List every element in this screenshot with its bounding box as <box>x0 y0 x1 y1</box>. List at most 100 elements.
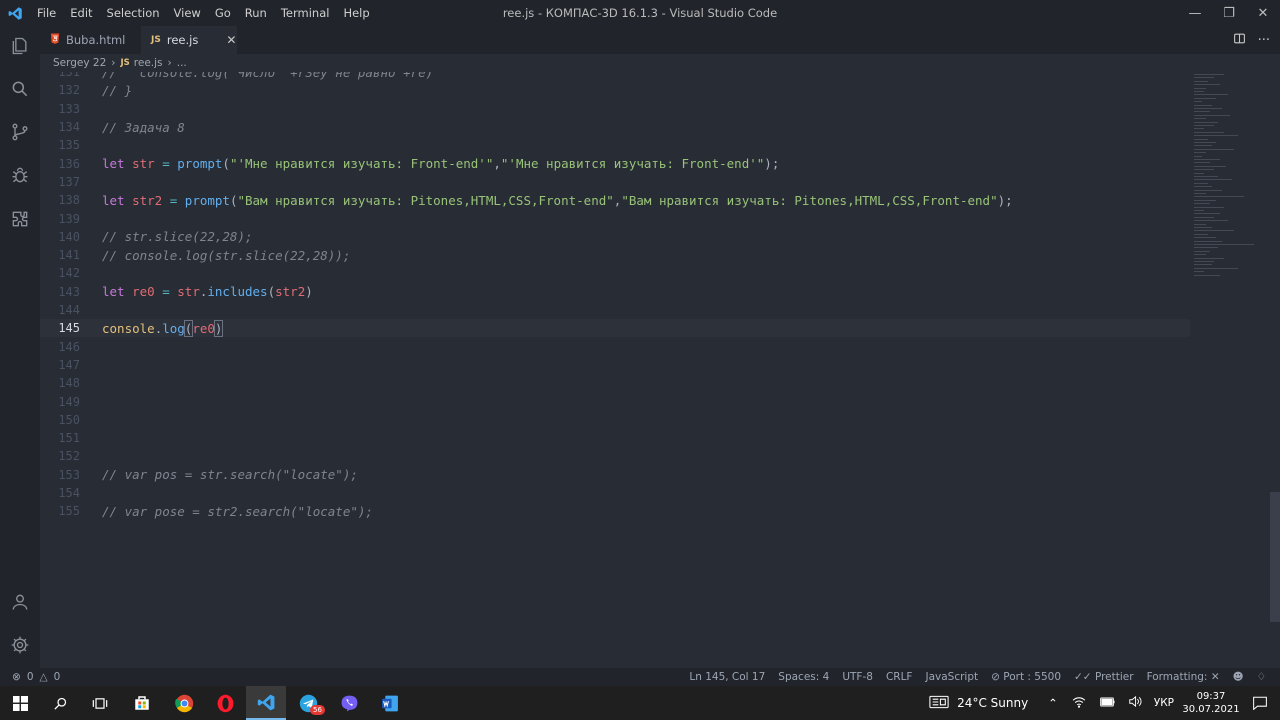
more-actions-icon[interactable]: ··· <box>1258 33 1270 48</box>
code-line[interactable]: 140 // str.slice(22,28); <box>40 228 1190 246</box>
chevron-up-icon[interactable]: ⌃ <box>1048 696 1058 710</box>
code-line[interactable]: 131 // console.log("Число "+rSey не равно… <box>40 72 1190 81</box>
menu-item-edit[interactable]: Edit <box>63 6 99 20</box>
debug-icon[interactable] <box>8 163 32 187</box>
word-icon[interactable] <box>370 686 410 720</box>
notifications-bell-icon[interactable]: ♢ <box>1257 671 1266 683</box>
menu-item-run[interactable]: Run <box>238 6 274 20</box>
code-line[interactable]: 155 // var pose = str2.search("locate"); <box>40 502 1190 520</box>
task-view-icon[interactable] <box>80 686 120 720</box>
tab-buba-html[interactable]: Buba.html <box>40 26 141 54</box>
opera-icon[interactable] <box>205 686 245 720</box>
code-token: = <box>154 156 178 172</box>
weather-icon[interactable] <box>929 695 949 712</box>
chevron-right-icon: › <box>111 57 116 69</box>
breadcrumb-folder[interactable]: Sergey 22 <box>53 57 106 69</box>
code-line[interactable]: 136 let str = prompt("'Мне нравится изуча… <box>40 155 1190 173</box>
maximize-icon[interactable]: ❐ <box>1212 0 1246 26</box>
breadcrumb-file[interactable]: ree.js <box>134 57 163 69</box>
line-code: // var pose = str2.search("locate"); <box>102 504 373 519</box>
menu-item-go[interactable]: Go <box>208 6 238 20</box>
tab-ree-js[interactable]: JS ree.js ✕ <box>141 26 237 54</box>
menu-item-terminal[interactable]: Terminal <box>274 6 337 20</box>
notification-center-icon[interactable] <box>1240 696 1280 710</box>
code-line[interactable]: 145 console.log(re0) <box>40 319 1190 338</box>
battery-icon[interactable] <box>1099 696 1116 710</box>
warning-icon: △ <box>39 671 48 683</box>
live-server-port[interactable]: ⊘ Port : 5500 <box>991 671 1061 683</box>
menu-item-view[interactable]: View <box>167 6 208 20</box>
code-editor[interactable]: 131 // console.log("Число "+rSey не равно… <box>40 72 1190 668</box>
code-line[interactable]: 154 <box>40 484 1190 502</box>
system-tray: 24°C Sunny ⌃ УКР 09:37 30.07.2021 <box>929 686 1280 720</box>
code-line[interactable]: 151 <box>40 429 1190 447</box>
store-icon[interactable] <box>122 686 162 720</box>
feedback-icon[interactable]: ☻ <box>1233 671 1244 683</box>
line-number: 140 <box>58 229 80 244</box>
code-line[interactable]: 143 let re0 = str.includes(str2) <box>40 283 1190 301</box>
code-line[interactable]: 134 // Задача 8 <box>40 118 1190 136</box>
breadcrumb-more[interactable]: ... <box>177 57 187 69</box>
minimap[interactable] <box>1190 72 1280 668</box>
prettier-status[interactable]: ✓✓ Prettier <box>1074 671 1134 683</box>
minimize-icon[interactable]: — <box>1178 0 1212 26</box>
code-line[interactable]: 153 // var pos = str.search("locate"); <box>40 466 1190 484</box>
code-line[interactable]: 133 <box>40 100 1190 118</box>
line-number: 151 <box>58 431 80 446</box>
windows-start-icon[interactable] <box>0 686 40 720</box>
settings-gear-icon[interactable] <box>8 633 32 657</box>
viber-icon[interactable] <box>329 686 369 720</box>
code-line[interactable]: 150 <box>40 411 1190 429</box>
system-clock[interactable]: 09:37 30.07.2021 <box>1182 690 1240 716</box>
minimap-line <box>1194 271 1204 273</box>
encoding[interactable]: UTF-8 <box>842 671 873 683</box>
wifi-icon[interactable] <box>1072 696 1086 711</box>
cursor-position[interactable]: Ln 145, Col 17 <box>689 671 765 683</box>
menu-item-help[interactable]: Help <box>336 6 376 20</box>
code-line[interactable]: 141 // console.log(str.slice(22,28)); <box>40 246 1190 264</box>
code-token: re0 <box>192 320 215 336</box>
menu-item-selection[interactable]: Selection <box>100 6 167 20</box>
minimap-line <box>1194 121 1218 123</box>
close-window-icon[interactable]: ✕ <box>1246 0 1280 26</box>
code-line[interactable]: 137 <box>40 173 1190 191</box>
split-editor-icon[interactable] <box>1233 32 1246 49</box>
telegram-icon[interactable]: 56 <box>288 686 328 720</box>
minimap-line <box>1194 77 1214 79</box>
input-language[interactable]: УКР <box>1154 697 1174 709</box>
source-control-icon[interactable] <box>8 120 32 144</box>
formatting-status[interactable]: Formatting: ✕ <box>1147 671 1220 683</box>
code-line[interactable]: 147 <box>40 356 1190 374</box>
close-tab-icon[interactable]: ✕ <box>226 33 236 47</box>
vscode-taskbar-icon[interactable] <box>246 686 286 720</box>
line-ending[interactable]: CRLF <box>886 671 913 683</box>
problems-indicator[interactable]: ⊗ 0 △ 0 <box>12 671 60 683</box>
explorer-icon[interactable] <box>8 34 32 58</box>
editor-scrollbar[interactable] <box>1270 492 1280 622</box>
code-token: log <box>162 320 185 336</box>
account-icon[interactable] <box>8 590 32 614</box>
search-icon[interactable] <box>8 77 32 101</box>
menu-bar: File Edit Selection View Go Run Terminal Help <box>30 6 377 20</box>
search-icon[interactable] <box>40 686 80 720</box>
code-token: // Задача 8 <box>102 119 185 135</box>
code-line[interactable]: 135 <box>40 136 1190 154</box>
minimap-line <box>1194 114 1230 116</box>
code-line[interactable]: 149 <box>40 392 1190 410</box>
menu-item-file[interactable]: File <box>30 6 63 20</box>
weather-text[interactable]: 24°C Sunny <box>957 696 1028 710</box>
language-mode[interactable]: JavaScript <box>925 671 978 683</box>
code-line[interactable]: 148 <box>40 374 1190 392</box>
code-token: str <box>132 156 155 172</box>
code-line[interactable]: 144 <box>40 301 1190 319</box>
chrome-icon[interactable] <box>164 686 204 720</box>
code-line[interactable]: 132 // } <box>40 81 1190 99</box>
code-line[interactable]: 146 <box>40 338 1190 356</box>
code-line[interactable]: 152 <box>40 447 1190 465</box>
extensions-icon[interactable] <box>8 207 32 231</box>
code-line[interactable]: 142 <box>40 264 1190 282</box>
code-line[interactable]: 139 <box>40 209 1190 227</box>
code-line[interactable]: 138 let str2 = prompt("Вам нравится изуча… <box>40 191 1190 209</box>
indentation[interactable]: Spaces: 4 <box>778 671 829 683</box>
volume-icon[interactable] <box>1128 695 1142 711</box>
